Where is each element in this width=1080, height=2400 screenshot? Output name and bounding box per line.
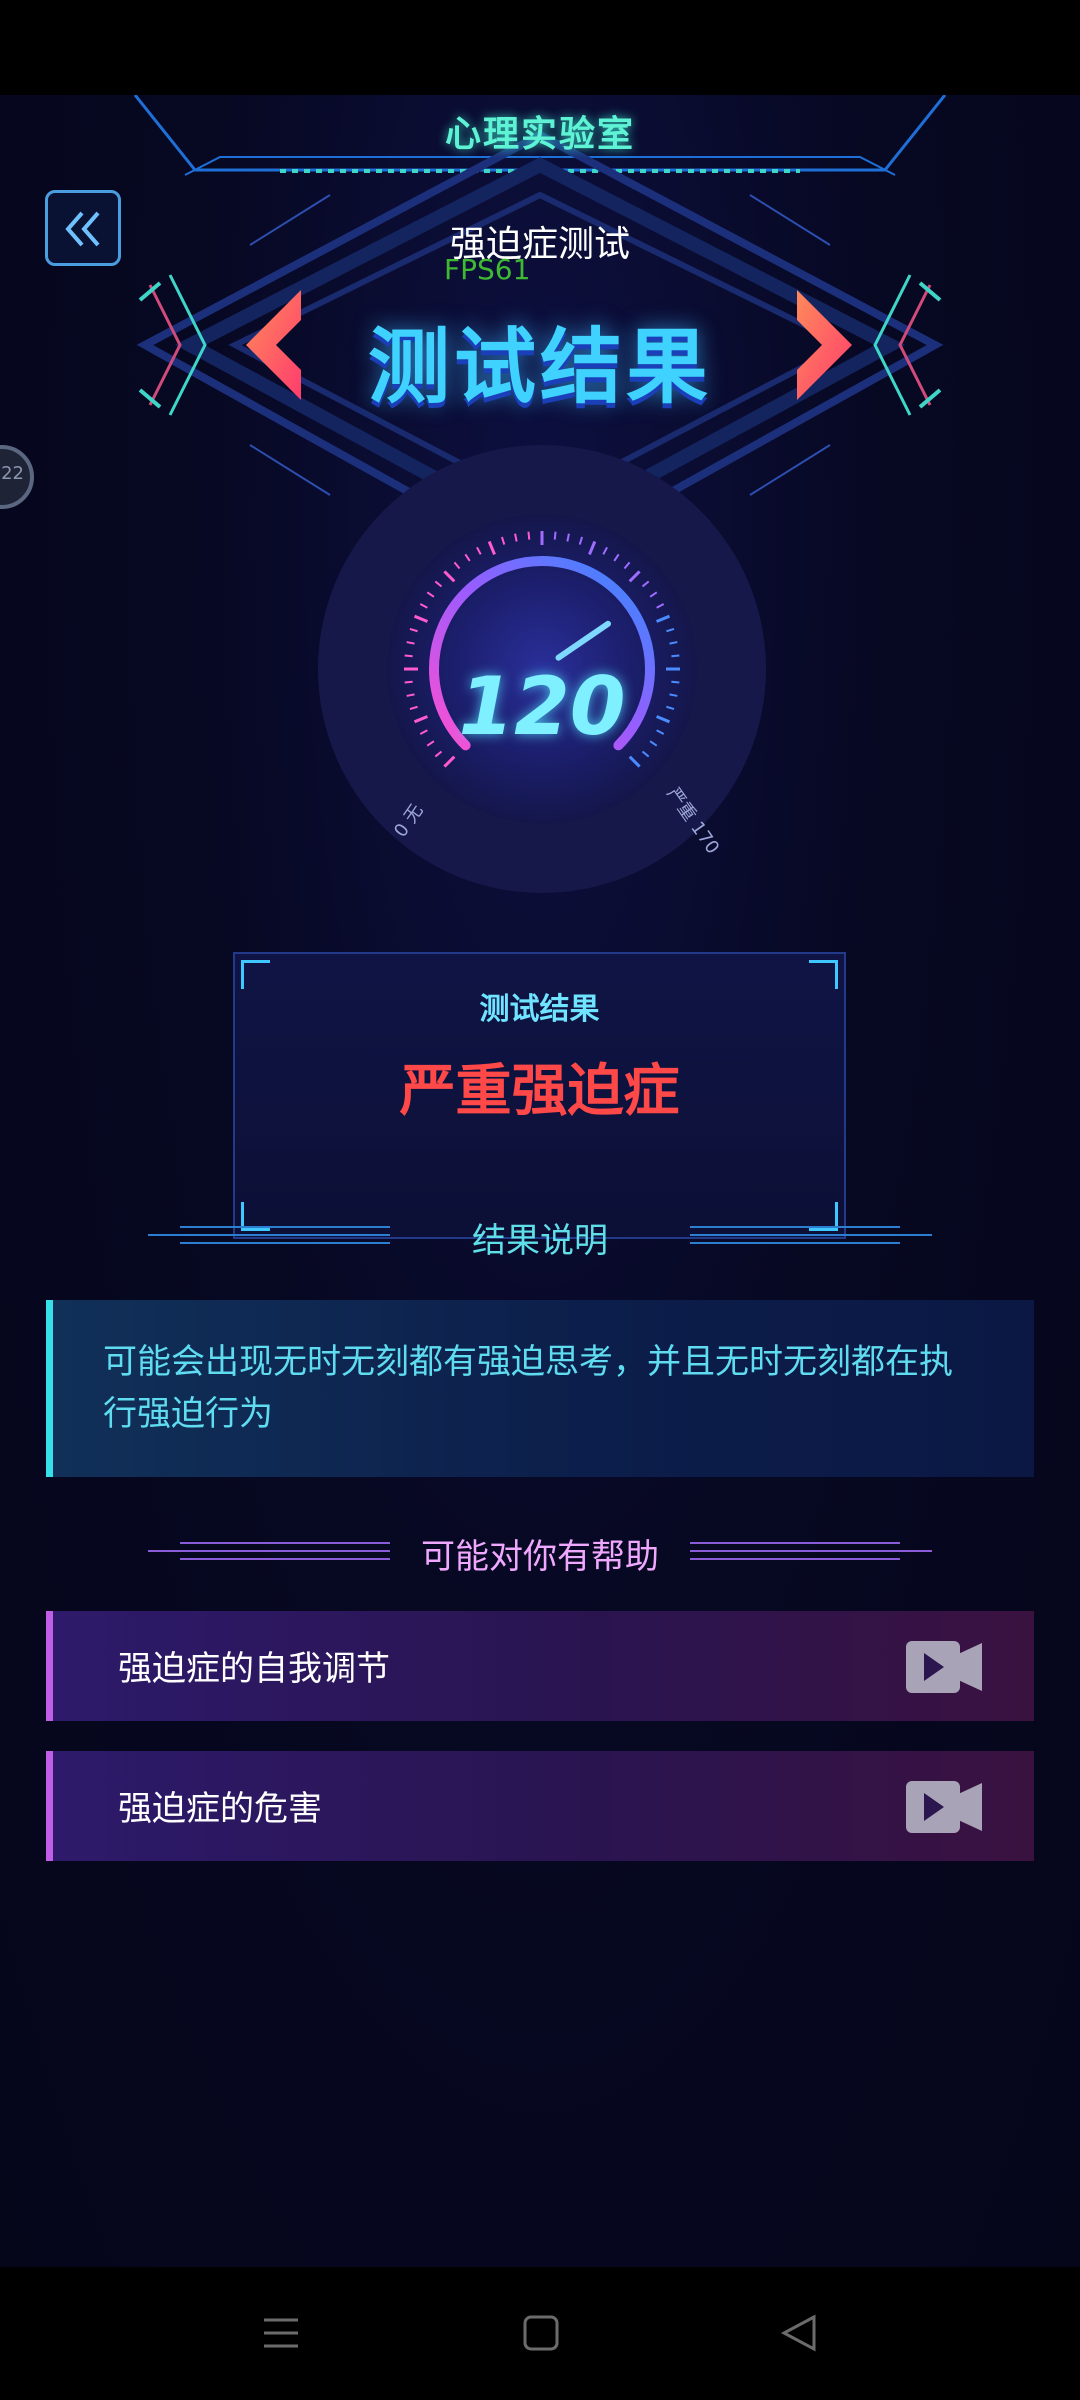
help-item-label: 强迫症的危害 xyxy=(118,1789,322,1829)
video-icon xyxy=(906,1781,982,1833)
gauge-tick xyxy=(404,654,413,658)
help-item-harm[interactable]: 强迫症的危害 xyxy=(46,1751,1034,1861)
fps-counter: FPS61 xyxy=(444,253,531,286)
back-triangle-icon[interactable] xyxy=(780,2314,818,2352)
explanation-heading: 结果说明 xyxy=(472,1221,608,1261)
floating-ball-label: 22 xyxy=(1,463,24,484)
menu-icon[interactable] xyxy=(262,2314,300,2352)
result-label: 测试结果 xyxy=(479,992,600,1027)
explanation-text: 可能会出现无时无刻都有强迫思考，并且无时无刻都在执行强迫行为 xyxy=(103,1342,953,1434)
score-gauge: 120 0 无 严重 170 xyxy=(318,445,766,893)
app-screen: 心理实验室 强迫症测试 FPS61 测试结果 22 120 0 无 严重 170… xyxy=(0,95,1080,2267)
next-arrow-icon[interactable] xyxy=(792,290,852,400)
help-item-label: 强迫症的自我调节 xyxy=(118,1649,390,1689)
gauge-value: 120 xyxy=(458,660,626,753)
result-card: 测试结果 严重强迫症 xyxy=(233,952,846,1239)
help-heading: 可能对你有帮助 xyxy=(421,1537,659,1577)
system-nav-bar xyxy=(0,2267,1080,2400)
test-name: 强迫症测试 xyxy=(449,224,630,265)
result-value: 严重强迫症 xyxy=(399,1059,680,1124)
help-item-self-regulation[interactable]: 强迫症的自我调节 xyxy=(46,1611,1034,1721)
app-title: 心理实验室 xyxy=(444,114,635,155)
video-icon xyxy=(906,1641,982,1693)
explanation-card: 可能会出现无时无刻都有强迫思考，并且无时无刻都在执行强迫行为 xyxy=(46,1300,1034,1477)
home-icon[interactable] xyxy=(522,2314,560,2352)
explanation-heading-row: 结果说明 xyxy=(0,1205,1080,1265)
status-bar xyxy=(0,0,1080,95)
gauge-tick xyxy=(527,531,531,540)
gauge-tick xyxy=(671,654,680,658)
help-heading-row: 可能对你有帮助 xyxy=(0,1521,1080,1581)
page-title: 测试结果 xyxy=(367,320,712,415)
gauge-tick xyxy=(553,531,557,540)
